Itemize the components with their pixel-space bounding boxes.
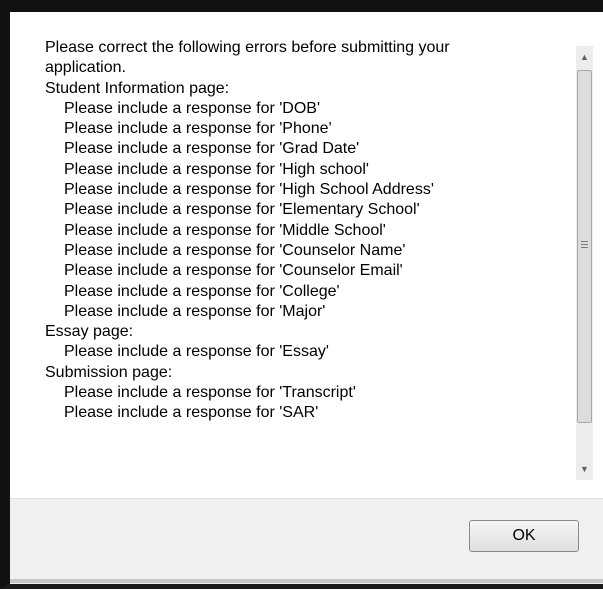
ok-button[interactable]: OK — [469, 520, 579, 552]
error-heading: Please correct the following errors befo… — [45, 39, 450, 56]
error-heading: application. — [45, 59, 126, 77]
error-item: Please include a response for 'Transcrip… — [64, 384, 356, 402]
vertical-scrollbar[interactable]: ▲ ▼ — [576, 46, 593, 480]
error-item: Please include a response for 'Major' — [64, 302, 326, 320]
error-heading: Submission page: — [45, 363, 173, 381]
scroll-down-arrow-icon[interactable]: ▼ — [576, 458, 593, 480]
scrollbar-grip-icon — [581, 241, 588, 249]
error-item: Please include a response for 'Counselor… — [64, 262, 403, 280]
error-item: Please include a response for 'DOB' — [64, 99, 321, 117]
dialog-bottom-edge — [10, 579, 603, 583]
scroll-up-arrow-icon[interactable]: ▲ — [576, 46, 593, 68]
error-item: Please include a response for 'Essay' — [64, 343, 329, 361]
error-item: Please include a response for 'College' — [64, 282, 340, 300]
error-item: Please include a response for 'Middle Sc… — [64, 221, 386, 239]
error-item: Please include a response for 'High scho… — [64, 160, 369, 178]
dialog-content: Please correct the following errors befo… — [10, 12, 603, 498]
error-item: Please include a response for 'Grad Date… — [64, 140, 360, 158]
error-item: Please include a response for 'SAR' — [64, 404, 319, 422]
error-heading: Essay page: — [45, 323, 134, 341]
scrollbar-thumb[interactable] — [577, 70, 592, 423]
dialog-footer: OK — [10, 498, 603, 584]
error-item: Please include a response for 'High Scho… — [64, 181, 434, 199]
error-item: Please include a response for 'Phone' — [64, 120, 332, 138]
error-item: Please include a response for 'Counselor… — [64, 241, 406, 259]
error-heading: Student Information page: — [45, 79, 230, 97]
error-message-list: Please correct the following errors befo… — [45, 38, 560, 454]
error-item: Please include a response for 'Elementar… — [64, 201, 420, 219]
